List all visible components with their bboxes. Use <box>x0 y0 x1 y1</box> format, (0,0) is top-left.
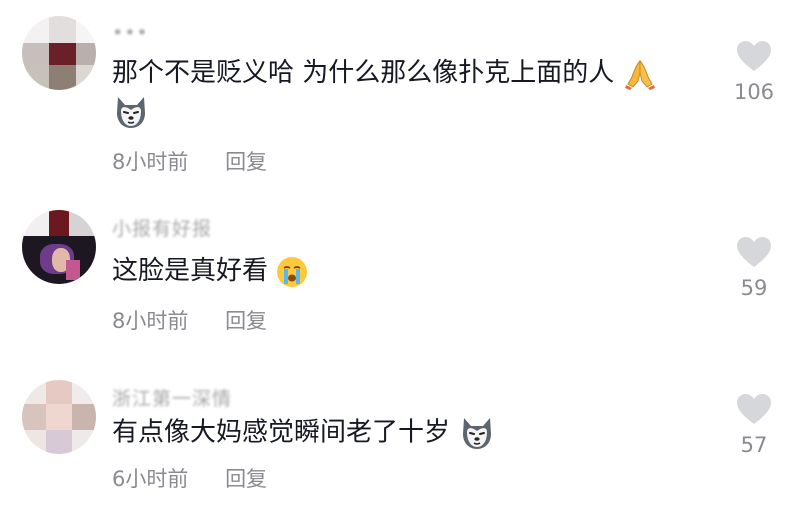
heart-icon[interactable] <box>736 40 772 72</box>
comment-text-content: 这脸是真好看 <box>112 256 269 286</box>
reply-button[interactable]: 回复 <box>225 467 267 491</box>
comment-time: 8小时前 <box>112 150 189 174</box>
comment-text: 有点像大妈感觉瞬间老了十岁 <box>112 414 496 452</box>
reply-button[interactable]: 回复 <box>225 150 267 174</box>
comment-username[interactable]: 小报有好报 <box>112 214 212 241</box>
praying-hands-icon <box>624 59 655 90</box>
like-button[interactable]: 59 <box>718 236 790 300</box>
comment-time: 6小时前 <box>112 467 189 491</box>
avatar[interactable] <box>22 380 96 454</box>
comment-item: 浙江第一深情 有点像大妈感觉瞬间老了十岁 6小时前 回复 57 <box>0 350 800 511</box>
husky-dog-icon <box>117 97 145 128</box>
comment-text-line2 <box>112 93 150 131</box>
comment-meta: 8小时前 回复 <box>112 146 267 176</box>
like-button[interactable]: 57 <box>718 393 790 457</box>
heart-icon[interactable] <box>736 393 772 425</box>
crying-face-icon <box>277 256 308 287</box>
comment-meta: 8小时前 回复 <box>112 305 267 335</box>
heart-icon[interactable] <box>736 236 772 268</box>
comment-text: 这脸是真好看 <box>112 253 308 289</box>
comment-meta: 6小时前 回复 <box>112 463 267 493</box>
comment-text-content: 有点像大妈感觉瞬间老了十岁 <box>112 417 451 448</box>
like-count: 57 <box>740 433 768 457</box>
comment-username[interactable]: 浙江第一深情 <box>112 384 232 411</box>
husky-dog-icon <box>463 418 492 449</box>
reply-button[interactable]: 回复 <box>225 309 267 333</box>
like-count: 59 <box>740 276 768 300</box>
like-count: 106 <box>733 80 775 104</box>
avatar[interactable] <box>22 210 96 284</box>
avatar[interactable] <box>22 16 96 90</box>
comment-item: 小报有好报 这脸是真好看 8小时前 回复 59 <box>0 190 800 350</box>
comment-time: 8小时前 <box>112 309 189 333</box>
like-button[interactable]: 106 <box>718 40 790 104</box>
comment-text-content: 那个不是贬义哈 为什么那么像扑克上面的人 <box>112 58 615 88</box>
comment-text: 那个不是贬义哈 为什么那么像扑克上面的人 <box>112 55 657 91</box>
comment-username[interactable]: ••• <box>112 22 149 44</box>
comment-item: ••• 那个不是贬义哈 为什么那么像扑克上面的人 8小时前 回复 106 <box>0 0 800 190</box>
